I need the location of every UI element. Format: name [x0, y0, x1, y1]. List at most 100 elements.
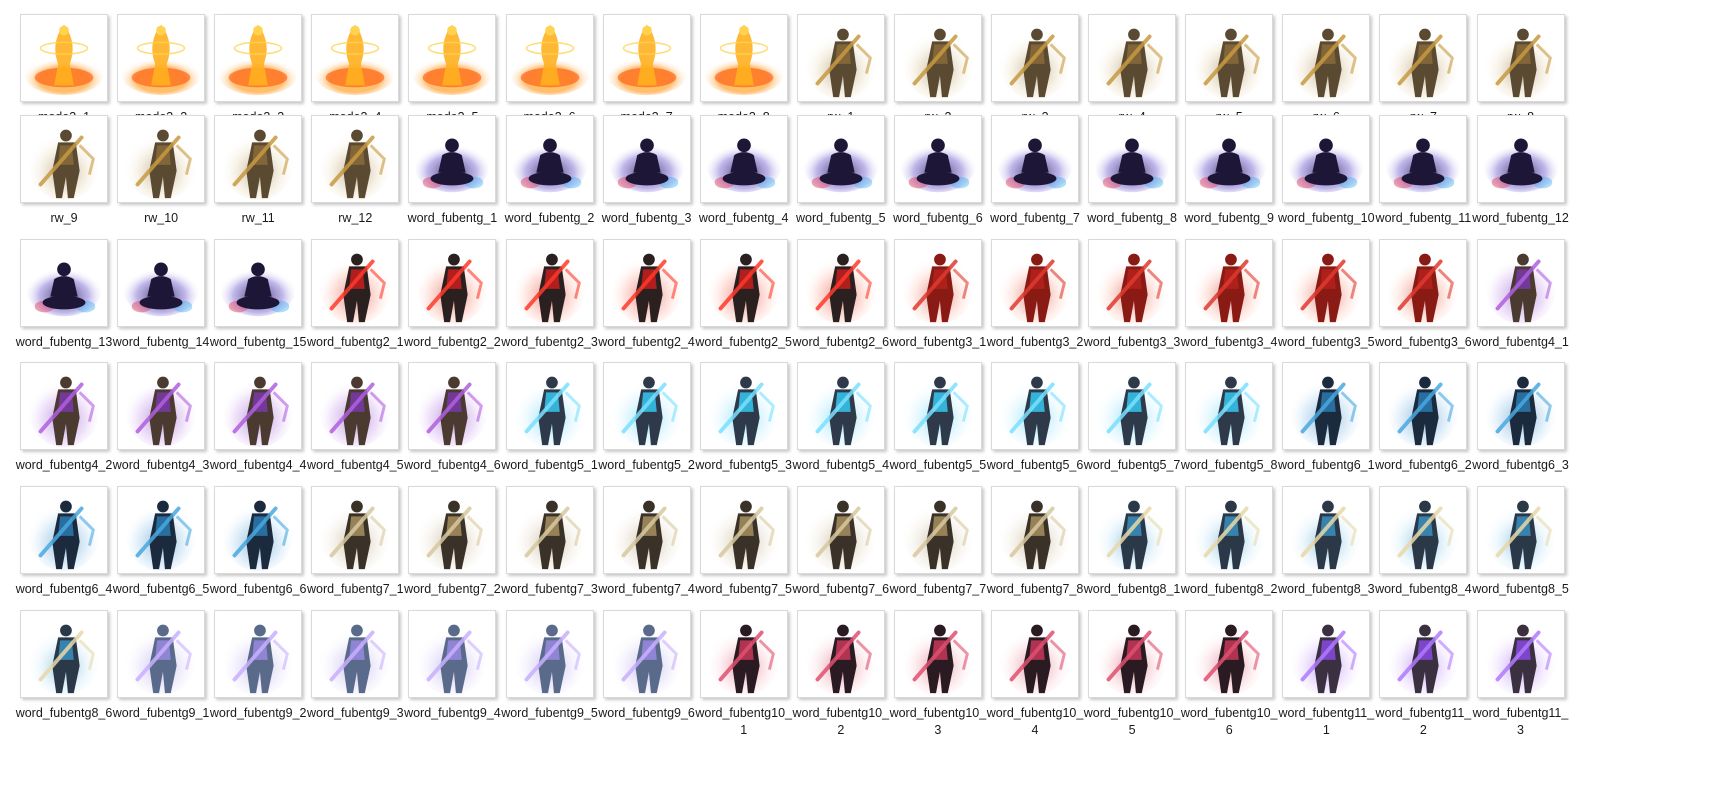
image-thumbnail[interactable] [1476, 362, 1565, 450]
image-thumbnail[interactable] [893, 362, 982, 450]
image-thumbnail[interactable] [117, 610, 206, 698]
image-thumbnail[interactable] [505, 239, 594, 327]
image-thumbnail[interactable] [1185, 14, 1274, 102]
image-thumbnail[interactable] [1476, 239, 1565, 327]
image-thumbnail[interactable] [1185, 610, 1274, 698]
image-thumbnail[interactable] [699, 115, 788, 203]
image-thumbnail[interactable] [796, 362, 885, 450]
image-thumbnail[interactable] [408, 362, 497, 450]
image-thumbnail[interactable] [1282, 610, 1371, 698]
image-thumbnail[interactable] [602, 486, 691, 574]
image-thumbnail[interactable] [20, 14, 108, 102]
image-thumbnail[interactable] [699, 239, 788, 327]
image-thumbnail[interactable] [1476, 486, 1565, 574]
image-thumbnail[interactable] [1379, 115, 1468, 203]
image-thumbnail[interactable] [117, 115, 206, 203]
image-thumbnail[interactable] [20, 239, 108, 327]
image-thumbnail[interactable] [1088, 14, 1177, 102]
image-thumbnail[interactable] [214, 362, 303, 450]
image-thumbnail[interactable] [20, 115, 108, 203]
image-thumbnail[interactable] [408, 610, 497, 698]
image-thumbnail[interactable] [1282, 239, 1371, 327]
image-thumbnail[interactable] [505, 362, 594, 450]
image-thumbnail[interactable] [311, 610, 400, 698]
image-thumbnail[interactable] [408, 239, 497, 327]
image-thumbnail[interactable] [602, 115, 691, 203]
image-thumbnail[interactable] [699, 610, 788, 698]
image-thumbnail[interactable] [1088, 239, 1177, 327]
image-thumbnail[interactable] [311, 486, 400, 574]
image-thumbnail[interactable] [214, 14, 303, 102]
file-name-label: word_fubentg10_3 [889, 706, 987, 737]
image-thumbnail[interactable] [991, 14, 1079, 102]
image-thumbnail[interactable] [117, 239, 206, 327]
image-thumbnail[interactable] [796, 115, 885, 203]
file-name-label: word_fubentg11_3 [1472, 706, 1569, 737]
image-thumbnail[interactable] [505, 486, 594, 574]
image-thumbnail[interactable] [1282, 115, 1371, 203]
image-thumbnail[interactable] [311, 362, 400, 450]
image-thumbnail[interactable] [1476, 610, 1565, 698]
image-thumbnail[interactable] [602, 610, 691, 698]
image-thumbnail[interactable] [214, 239, 303, 327]
image-thumbnail[interactable] [117, 14, 206, 102]
image-thumbnail[interactable] [1476, 115, 1565, 203]
image-thumbnail[interactable] [796, 486, 885, 574]
file-name-label: word_fubentg3_6 [1375, 335, 1472, 349]
image-thumbnail[interactable] [1476, 14, 1565, 102]
image-thumbnail[interactable] [505, 610, 594, 698]
image-thumbnail[interactable] [20, 610, 108, 698]
image-thumbnail[interactable] [1185, 362, 1274, 450]
image-thumbnail[interactable] [1379, 14, 1468, 102]
image-thumbnail[interactable] [1088, 115, 1177, 203]
image-thumbnail[interactable] [117, 486, 206, 574]
image-thumbnail[interactable] [991, 239, 1079, 327]
image-thumbnail[interactable] [505, 14, 594, 102]
image-thumbnail[interactable] [893, 14, 982, 102]
image-thumbnail[interactable] [699, 14, 788, 102]
image-thumbnail[interactable] [893, 115, 982, 203]
image-thumbnail[interactable] [1185, 239, 1274, 327]
image-thumbnail[interactable] [408, 14, 497, 102]
image-thumbnail[interactable] [1379, 239, 1468, 327]
image-thumbnail[interactable] [893, 239, 982, 327]
image-thumbnail[interactable] [408, 115, 497, 203]
image-thumbnail[interactable] [1379, 610, 1468, 698]
image-thumbnail[interactable] [117, 362, 206, 450]
image-thumbnail[interactable] [1185, 486, 1274, 574]
image-thumbnail[interactable] [1282, 14, 1371, 102]
image-thumbnail[interactable] [1379, 486, 1468, 574]
image-thumbnail[interactable] [893, 486, 982, 574]
image-thumbnail[interactable] [796, 610, 885, 698]
image-thumbnail[interactable] [699, 362, 788, 450]
image-thumbnail[interactable] [214, 610, 303, 698]
image-thumbnail[interactable] [20, 486, 108, 574]
image-thumbnail[interactable] [602, 14, 691, 102]
image-thumbnail[interactable] [311, 239, 400, 327]
image-thumbnail[interactable] [796, 239, 885, 327]
image-thumbnail[interactable] [505, 115, 594, 203]
image-thumbnail[interactable] [311, 115, 400, 203]
image-thumbnail[interactable] [20, 362, 108, 450]
image-thumbnail[interactable] [602, 362, 691, 450]
image-thumbnail[interactable] [1282, 486, 1371, 574]
image-thumbnail[interactable] [1088, 362, 1177, 450]
image-thumbnail[interactable] [991, 115, 1079, 203]
image-thumbnail[interactable] [796, 14, 885, 102]
image-thumbnail[interactable] [602, 239, 691, 327]
image-thumbnail[interactable] [1088, 486, 1177, 574]
image-thumbnail[interactable] [991, 486, 1079, 574]
image-thumbnail[interactable] [311, 14, 400, 102]
image-thumbnail[interactable] [699, 486, 788, 574]
image-thumbnail[interactable] [408, 486, 497, 574]
image-thumbnail[interactable] [214, 115, 303, 203]
image-thumbnail[interactable] [1185, 115, 1274, 203]
image-thumbnail[interactable] [893, 610, 982, 698]
image-thumbnail[interactable] [214, 486, 303, 574]
image-thumbnail[interactable] [1282, 362, 1371, 450]
image-thumbnail[interactable] [1379, 362, 1468, 450]
image-thumbnail[interactable] [1088, 610, 1177, 698]
image-thumbnail[interactable] [991, 610, 1079, 698]
file-name-label: word_fubentg11_2 [1375, 706, 1472, 737]
image-thumbnail[interactable] [991, 362, 1079, 450]
